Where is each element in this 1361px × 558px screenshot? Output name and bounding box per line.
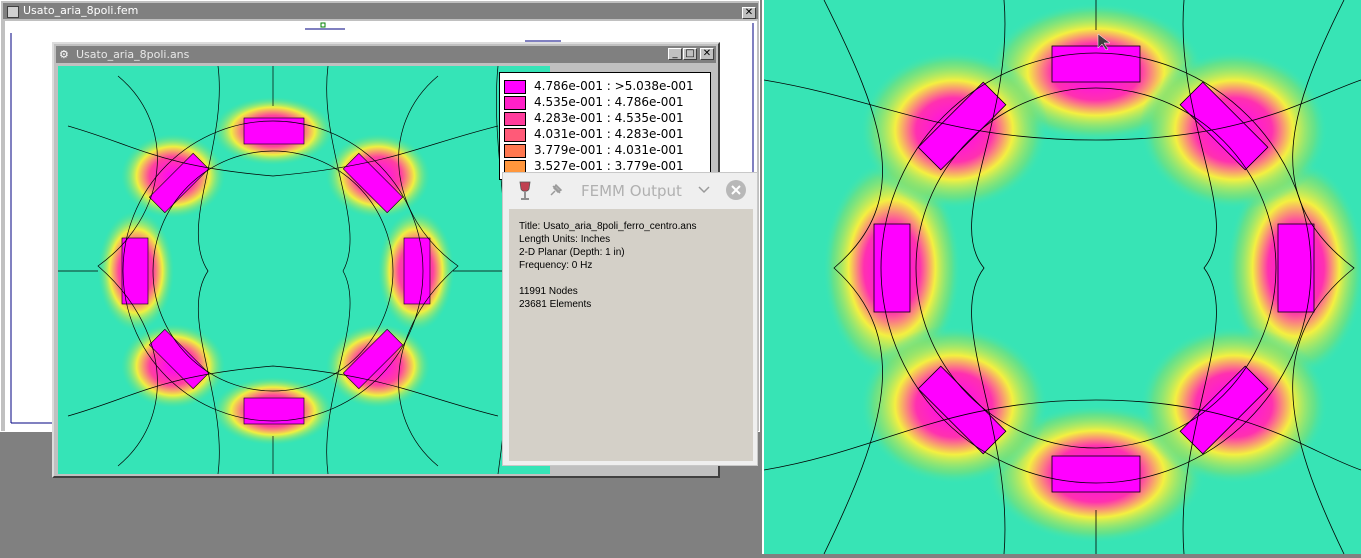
fem-window-titlebar[interactable]: Usato_aria_8poli.fem ✕: [3, 3, 758, 19]
chevron-down-icon[interactable]: [697, 185, 711, 195]
legend-swatch: [504, 112, 526, 126]
ans-window-titlebar[interactable]: ⚙ Usato_aria_8poli.ans _ □ ✕: [56, 46, 716, 63]
output-line-title: Title: Usato_aria_8poli_ferro_centro.ans: [519, 221, 697, 232]
fem-doc-icon: [7, 6, 19, 18]
ans-field-svg: [58, 65, 550, 475]
fem-window-title: Usato_aria_8poli.fem: [23, 4, 139, 17]
femm-output-title: FEMM Output: [581, 182, 682, 200]
legend-swatch: [504, 96, 526, 110]
minimize-button[interactable]: _: [668, 48, 682, 60]
wine-glass-icon: [519, 181, 531, 200]
legend-swatch: [504, 128, 526, 142]
zoomed-field-plot[interactable]: [763, 0, 1361, 555]
pin-icon[interactable]: [547, 183, 563, 199]
legend-label: 4.786e-001 : >5.038e-001: [534, 79, 694, 93]
close-icon[interactable]: [725, 179, 747, 201]
legend-swatch: [504, 80, 526, 94]
output-line-elements: 23681 Elements: [519, 299, 592, 310]
femm-output-window[interactable]: FEMM Output Title: Usato_aria_8poli_ferr…: [502, 172, 758, 466]
zoomed-field-svg: [763, 0, 1361, 555]
output-line-frequency: Frequency: 0 Hz: [519, 260, 593, 271]
legend-label: 4.535e-001 : 4.786e-001: [534, 95, 684, 109]
output-line-planar: 2-D Planar (Depth: 1 in): [519, 247, 625, 258]
legend-label: 3.779e-001 : 4.031e-001: [534, 143, 684, 157]
femm-output-body: Title: Usato_aria_8poli_ferro_centro.ans…: [509, 209, 753, 461]
ans-window-title: Usato_aria_8poli.ans: [76, 48, 190, 61]
femm-output-titlebar[interactable]: FEMM Output: [503, 173, 757, 207]
legend-label: 4.283e-001 : 4.535e-001: [534, 111, 684, 125]
legend-swatch: [504, 144, 526, 158]
output-line-units: Length Units: Inches: [519, 234, 611, 245]
ans-field-plot[interactable]: [58, 65, 550, 475]
close-button[interactable]: ✕: [700, 48, 714, 60]
legend-label: 3.527e-001 : 3.779e-001: [534, 159, 684, 173]
output-line-nodes: 11991 Nodes: [519, 286, 578, 297]
maximize-button[interactable]: □: [683, 48, 697, 60]
fem-close-button[interactable]: ✕: [742, 7, 756, 19]
density-legend: 4.786e-001 : >5.038e-001 4.535e-001 : 4.…: [499, 72, 711, 180]
legend-label: 4.031e-001 : 4.283e-001: [534, 127, 684, 141]
ans-doc-icon: ⚙: [59, 48, 69, 61]
